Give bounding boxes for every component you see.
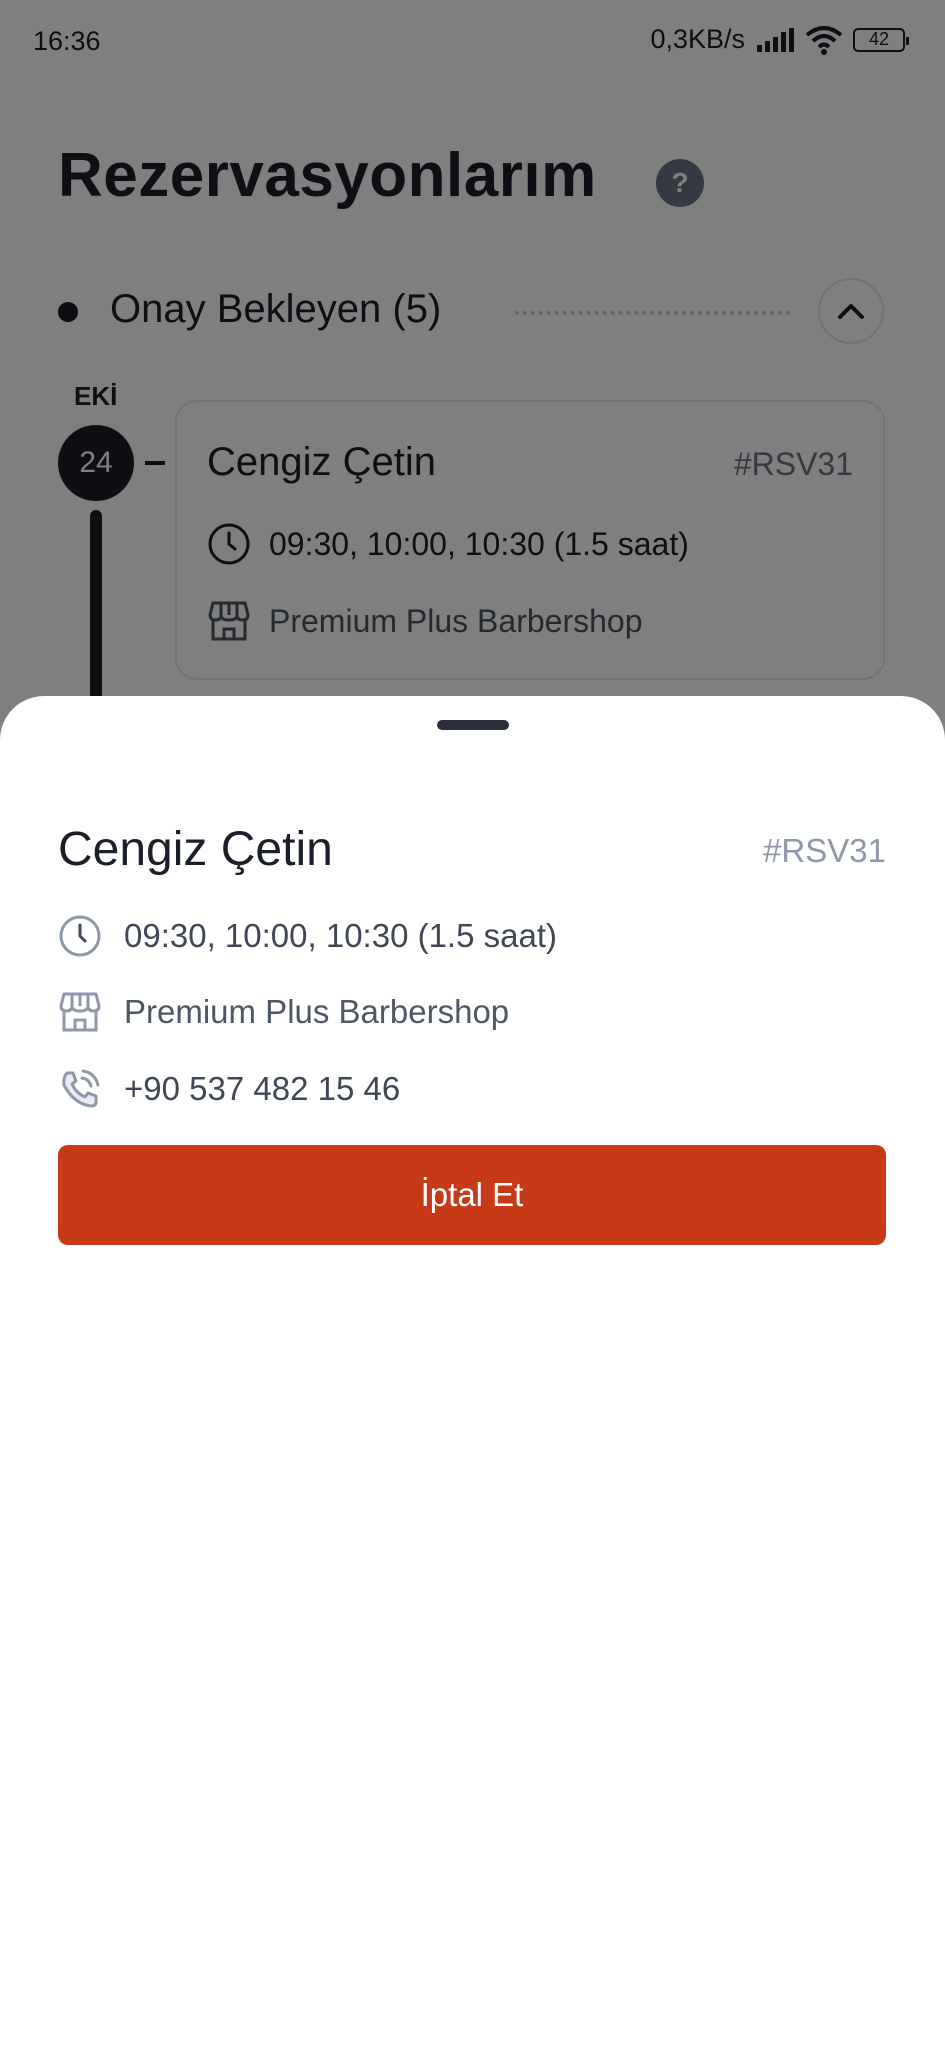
customer-name: Cengiz Çetin <box>58 823 333 876</box>
phone-text: +90 537 482 15 46 <box>124 1070 401 1107</box>
time-row: 09:30, 10:00, 10:30 (1.5 saat) <box>58 914 557 958</box>
screen: 16:36 0,3KB/s 42 Rezervasyonlarım ? <box>0 0 945 2048</box>
clock-icon <box>58 914 102 958</box>
shop-row: Premium Plus Barbershop <box>58 990 509 1034</box>
reservation-detail-sheet: Cengiz Çetin #RSV31 09:30, 10:00, 10:30 … <box>0 696 945 2048</box>
store-icon <box>58 990 102 1034</box>
reservation-code: #RSV31 <box>763 832 886 869</box>
sheet-drag-handle[interactable] <box>437 720 509 730</box>
shop-text: Premium Plus Barbershop <box>124 993 510 1030</box>
phone-row[interactable]: +90 537 482 15 46 <box>58 1067 400 1111</box>
cancel-reservation-button[interactable]: İptal Et <box>58 1145 886 1245</box>
time-text: 09:30, 10:00, 10:30 (1.5 saat) <box>124 917 557 954</box>
phone-icon <box>58 1067 102 1111</box>
